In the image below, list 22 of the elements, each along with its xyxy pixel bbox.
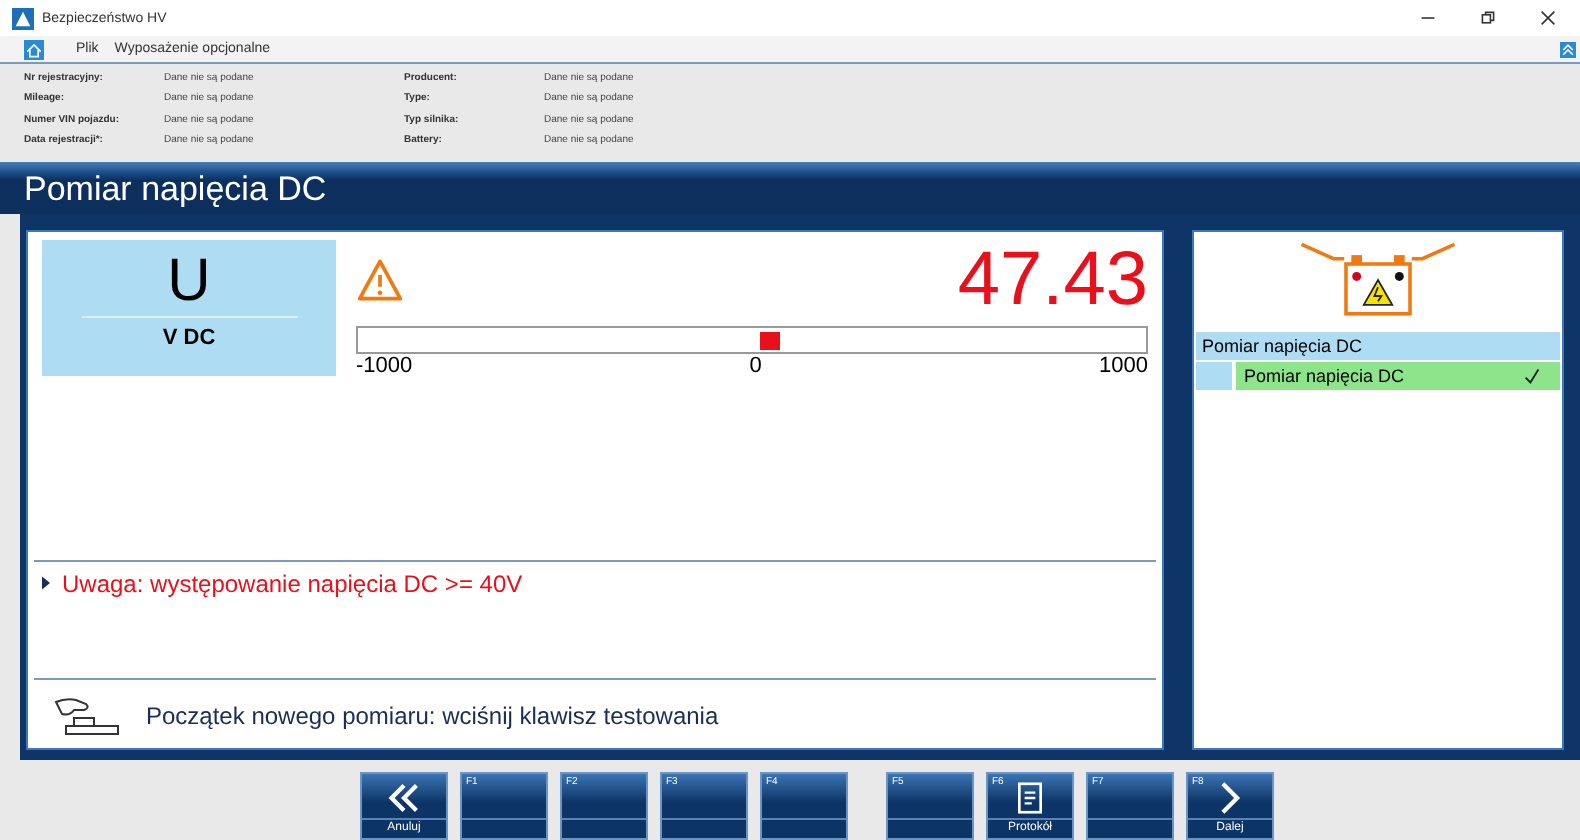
scale-label: -1000 — [356, 354, 413, 378]
scale-label: 0 — [749, 354, 762, 378]
indent-cell — [1196, 362, 1232, 390]
restore-icon[interactable] — [1480, 10, 1496, 26]
home-icon[interactable] — [24, 39, 44, 59]
hand-pressing-button-icon — [54, 695, 122, 735]
unit-label: V DC — [162, 326, 216, 350]
check-icon — [1524, 368, 1540, 384]
collapse-icon[interactable] — [1560, 41, 1576, 57]
close-icon[interactable] — [1540, 10, 1556, 26]
document-icon — [1014, 782, 1046, 814]
scale-label: 1000 — [1099, 354, 1148, 378]
app-icon — [12, 7, 34, 29]
instruction-text: Początek nowego pomiaru: wciśnij klawisz testowania — [146, 701, 719, 729]
warning-message: Uwaga: występowanie napięcia DC >= 40V — [62, 570, 523, 598]
reading-value: 47.43 — [957, 240, 1148, 320]
battery-warning-icon — [1298, 240, 1458, 320]
step-group[interactable]: Pomiar napięcia DC — [1196, 332, 1560, 360]
step-item[interactable]: Pomiar napięcia DC — [1236, 362, 1560, 390]
double-chevron-left-icon — [388, 782, 420, 814]
bullet-icon — [42, 576, 50, 590]
page-title: Pomiar napięcia DC — [24, 170, 327, 210]
